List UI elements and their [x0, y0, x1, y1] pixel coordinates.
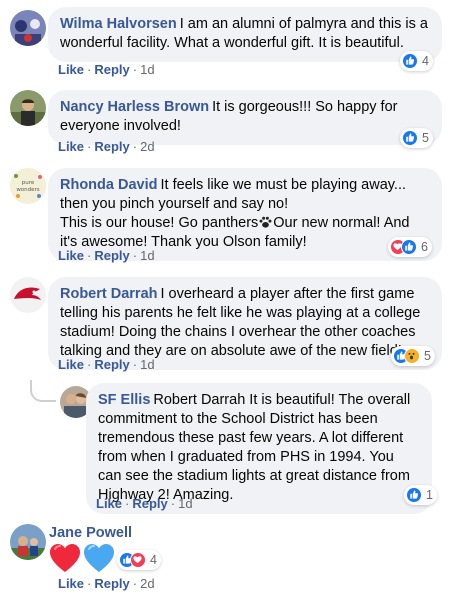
- comment-actions: Like · Reply · 1d: [58, 357, 155, 372]
- like-button[interactable]: Like: [96, 496, 122, 511]
- reaction-count: 1: [426, 488, 433, 502]
- like-icon: [402, 130, 418, 146]
- timestamp[interactable]: 1d: [140, 62, 154, 77]
- comment-actions: Like · Reply · 1d: [58, 248, 155, 263]
- reaction-summary[interactable]: 5: [400, 128, 433, 148]
- comment-actions: Like · Reply · 1d: [58, 62, 155, 77]
- reply-thread-line: [30, 380, 56, 402]
- comment-actions: Like · Reply · 2d: [58, 139, 155, 154]
- love-icon: [130, 552, 146, 568]
- wow-icon: [404, 348, 420, 364]
- comment-author[interactable]: Robert Darrah: [60, 286, 158, 302]
- reaction-count: 4: [422, 54, 429, 68]
- comment-author[interactable]: Jane Powell: [49, 524, 132, 542]
- like-icon: [401, 239, 417, 255]
- like-button[interactable]: Like: [58, 357, 84, 372]
- comment-author[interactable]: Nancy Harless Brown: [60, 99, 209, 115]
- reply-button[interactable]: Reply: [94, 62, 129, 77]
- like-button[interactable]: Like: [58, 576, 84, 591]
- avatar-nancy[interactable]: [10, 90, 46, 126]
- reply-button[interactable]: Reply: [94, 139, 129, 154]
- reaction-count: 5: [422, 131, 429, 145]
- svg-text:wonders: wonders: [16, 187, 39, 193]
- like-button[interactable]: Like: [58, 248, 84, 263]
- avatar-robert[interactable]: [10, 277, 46, 313]
- reply-button[interactable]: Reply: [132, 496, 167, 511]
- comment-actions: Like · Reply · 1d: [96, 496, 193, 511]
- comment-author[interactable]: SF Ellis: [98, 392, 150, 408]
- like-button[interactable]: Like: [58, 139, 84, 154]
- comment-bubble: Nancy Harless Brown It is gorgeous!!! So …: [48, 90, 442, 145]
- reaction-summary[interactable]: 5: [391, 346, 435, 366]
- like-icon: [406, 487, 422, 503]
- timestamp[interactable]: 1d: [140, 357, 154, 372]
- reply-button[interactable]: Reply: [94, 248, 129, 263]
- avatar-jane[interactable]: [10, 524, 46, 560]
- reaction-summary[interactable]: 4: [117, 550, 161, 570]
- avatar-wilma[interactable]: [10, 10, 46, 46]
- blue-heart-icon: [84, 544, 114, 572]
- red-heart-icon: [50, 544, 80, 572]
- timestamp[interactable]: 2d: [140, 139, 154, 154]
- avatar-rhonda[interactable]: pure wonders: [10, 168, 46, 204]
- comment-author[interactable]: Rhonda David: [60, 177, 157, 193]
- timestamp[interactable]: 2d: [140, 576, 154, 591]
- svg-text:pure: pure: [22, 180, 35, 186]
- reaction-summary[interactable]: 4: [400, 51, 433, 71]
- comment-bubble: SF Ellis Robert Darrah It is beautiful! T…: [86, 383, 432, 514]
- comment-actions: Like · Reply · 2d: [58, 576, 155, 591]
- reply-button[interactable]: Reply: [94, 576, 129, 591]
- emoji-hearts: 4: [49, 543, 161, 573]
- comment-bubble: Wilma Halvorsen I am an alumni of palmyra…: [48, 7, 442, 62]
- timestamp[interactable]: 1d: [140, 248, 154, 263]
- reaction-count: 6: [421, 240, 428, 254]
- like-button[interactable]: Like: [58, 62, 84, 77]
- reply-button[interactable]: Reply: [94, 357, 129, 372]
- reaction-count: 5: [424, 349, 431, 363]
- comment-author[interactable]: Wilma Halvorsen: [60, 16, 177, 32]
- like-icon: [402, 53, 418, 69]
- reaction-summary[interactable]: 1: [404, 485, 437, 505]
- reaction-count: 4: [150, 553, 157, 567]
- comment-text: Robert Darrah It is beautiful! The overa…: [98, 392, 411, 503]
- reaction-summary[interactable]: 6: [388, 237, 432, 257]
- paw-icon: [258, 215, 273, 229]
- comment-text-line2a: This is our house! Go panthers: [60, 215, 259, 231]
- timestamp[interactable]: 1d: [178, 496, 192, 511]
